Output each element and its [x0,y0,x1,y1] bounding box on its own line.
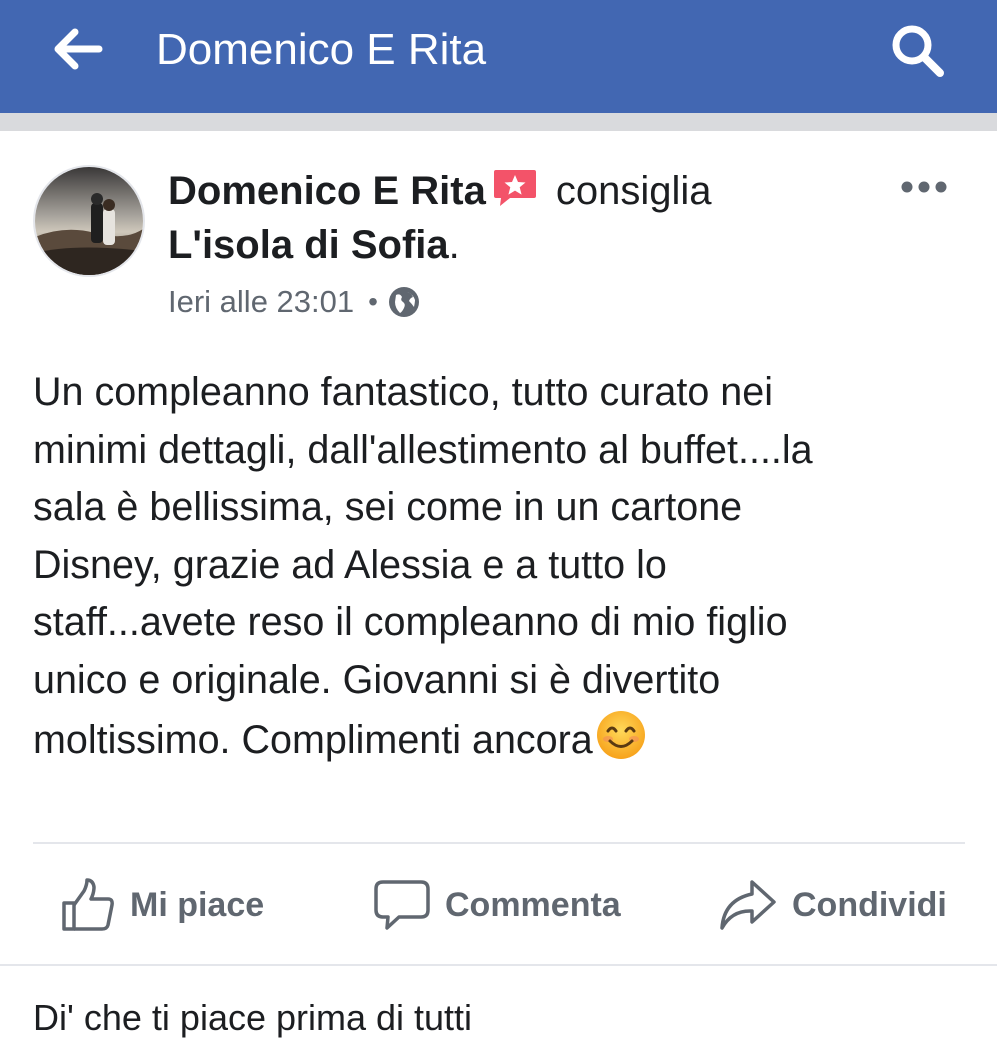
profile-photo [35,167,143,275]
post-text-line: minimi dettagli, dall'allestimento al bu… [33,427,813,472]
share-button[interactable]: Condividi [718,870,947,940]
post-text: Un compleanno fantastico, tutto curato n… [33,364,973,778]
post-text-line: Un compleanno fantastico, tutto curato n… [33,370,773,414]
post-text-line: unico e originale. Giovanni si è diverti… [33,657,721,702]
share-arrow-icon [720,880,776,930]
post-text-line: Disney, grazie ad Alessia e a tutto lo [33,542,667,587]
like-button[interactable]: Mi piace [60,870,264,940]
first-like-prompt[interactable]: Di' che ti piace prima di tutti [33,996,472,1040]
back-button[interactable] [44,22,112,76]
comment-button[interactable]: Commenta [373,870,621,940]
thumbs-up-icon [62,878,114,931]
post-text-line: staff...avete reso il compleanno di mio … [33,600,788,644]
more-options-icon [901,181,947,193]
recommended-page: L'isola di Sofia. [168,222,460,268]
arrow-left-icon [54,28,103,70]
comment-icon [374,880,430,930]
feed-separator [0,113,997,131]
actions-divider [0,964,997,966]
post-header: Domenico E Rita consiglia [168,168,712,218]
share-label: Condividi [792,885,947,924]
meta-separator: • [368,286,378,317]
avatar[interactable] [33,165,145,277]
like-label: Mi piace [130,885,265,924]
author-name[interactable]: Domenico E Rita [168,169,486,213]
post-text-line-last: moltissimo. Complimenti ancora [33,709,973,778]
post-text-line: moltissimo. Complimenti ancora [33,718,593,762]
globe-icon[interactable] [388,286,420,318]
post-text-line: sala è bellissima, sei come in un carton… [33,485,743,529]
smiling-face-icon [595,709,647,778]
search-icon [892,25,944,77]
action-verb: consiglia [555,169,712,213]
search-button[interactable] [880,16,956,86]
page-link[interactable]: L'isola di Sofia [168,223,449,267]
sentence-period: . [448,223,460,267]
comment-label: Commenta [445,885,621,924]
recommendation-star-icon [492,168,538,218]
post-divider [33,842,965,844]
more-options-button[interactable] [896,172,952,202]
top-app-bar: Domenico E Rita [0,0,997,113]
post-timestamp[interactable]: Ieri alle 23:01 [168,282,354,322]
post-meta: Ieri alle 23:01 • [168,282,420,322]
page-title: Domenico E Rita [156,25,487,74]
